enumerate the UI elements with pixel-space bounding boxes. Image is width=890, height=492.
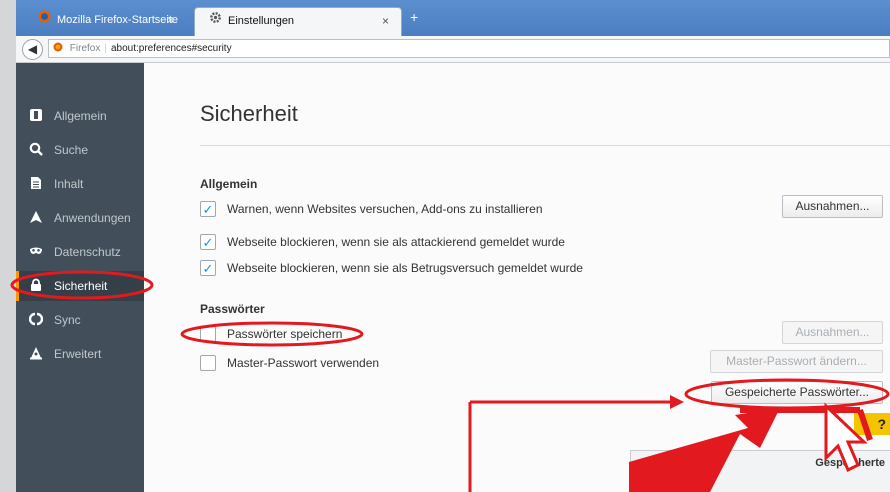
sidebar-item-applications[interactable]: Anwendungen [16, 203, 144, 233]
sidebar-item-content[interactable]: Inhalt [16, 169, 144, 199]
sidebar-item-label: Erweitert [54, 347, 102, 361]
tab-label: Mozilla Firefox-Startseite [57, 14, 179, 26]
addon-exceptions-button[interactable]: Ausnahmen... [782, 195, 883, 218]
checkbox-master-password[interactable] [200, 355, 216, 371]
wizard-hat-icon [28, 346, 44, 362]
firefox-icon [38, 7, 51, 33]
sidebar-item-sync[interactable]: Sync [16, 305, 144, 335]
arrow-left-icon: ◀ [27, 42, 38, 56]
rocket-icon [28, 210, 44, 226]
checkbox-label: Webseite blockieren, wenn sie als attack… [227, 235, 565, 249]
sidebar-item-label: Sicherheit [54, 279, 108, 293]
change-master-password-button[interactable]: Master-Passwort ändern... [710, 350, 883, 373]
checkbox-warn-addons[interactable]: ✓ [200, 201, 216, 217]
help-badge: ? [854, 413, 890, 435]
search-icon [28, 142, 44, 158]
sidebar-item-label: Suche [54, 143, 89, 157]
new-tab-button[interactable]: + [410, 9, 418, 25]
dialog-title: Gespeicherte [815, 457, 885, 469]
saved-passwords-dialog: Gespeicherte [630, 450, 890, 492]
section-heading-passwords: Passwörter [200, 302, 265, 316]
mask-icon [28, 244, 44, 260]
tab-label: Einstellungen [228, 15, 295, 27]
checkbox-label: Webseite blockieren, wenn sie als Betrug… [227, 261, 583, 275]
divider [200, 145, 890, 146]
checkbox-label: Warnen, wenn Websites versuchen, Add-ons… [227, 202, 543, 216]
browser-window: Mozilla Firefox-Startseite × Einstellung… [16, 0, 890, 492]
gear-icon [209, 8, 222, 34]
sidebar-item-general[interactable]: Allgemein [16, 101, 144, 131]
back-button[interactable]: ◀ [22, 39, 43, 60]
document-icon [28, 176, 44, 192]
url-text: about:preferences#security [110, 43, 232, 54]
navigation-bar: ◀ Firefox | about:preferences#security [16, 36, 890, 63]
tab-firefox-start[interactable]: Mozilla Firefox-Startseite × [26, 7, 186, 36]
saved-passwords-button[interactable]: Gespeicherte Passwörter... [711, 381, 883, 404]
sidebar-item-advanced[interactable]: Erweitert [16, 339, 144, 369]
sidebar-item-label: Datenschutz [54, 245, 121, 259]
sidebar-item-label: Sync [54, 313, 81, 327]
sidebar-item-label: Allgemein [54, 109, 107, 123]
checkbox-label: Passwörter speichern [227, 327, 343, 341]
password-exceptions-button[interactable]: Ausnahmen... [782, 321, 883, 344]
lock-icon [28, 278, 44, 294]
section-heading-general: Allgemein [200, 177, 258, 191]
sidebar-item-privacy[interactable]: Datenschutz [16, 237, 144, 267]
close-tab-icon[interactable]: × [382, 8, 389, 34]
page-title: Sicherheit [200, 101, 298, 126]
preferences-sidebar: Allgemein Suche Inhalt Anwendungen Daten… [16, 63, 144, 492]
url-bar[interactable]: Firefox | about:preferences#security [48, 39, 890, 58]
checkbox-block-forgery[interactable]: ✓ [200, 260, 216, 276]
sidebar-item-security[interactable]: Sicherheit [16, 271, 144, 301]
sync-icon [28, 312, 44, 328]
general-icon [28, 108, 44, 124]
identity-label: Firefox [69, 43, 101, 54]
tab-strip: Mozilla Firefox-Startseite × Einstellung… [16, 0, 890, 36]
sidebar-item-label: Inhalt [54, 177, 84, 191]
close-tab-icon[interactable]: × [167, 7, 174, 33]
checkbox-label: Master-Passwort verwenden [227, 356, 380, 370]
sidebar-item-label: Anwendungen [54, 211, 131, 225]
firefox-icon [53, 42, 63, 54]
preferences-content: Sicherheit Allgemein ✓ Warnen, wenn Webs… [144, 63, 890, 492]
checkbox-block-attack[interactable]: ✓ [200, 234, 216, 250]
checkbox-save-passwords[interactable] [200, 326, 216, 342]
tab-settings[interactable]: Einstellungen × [194, 7, 402, 36]
sidebar-item-search[interactable]: Suche [16, 135, 144, 165]
